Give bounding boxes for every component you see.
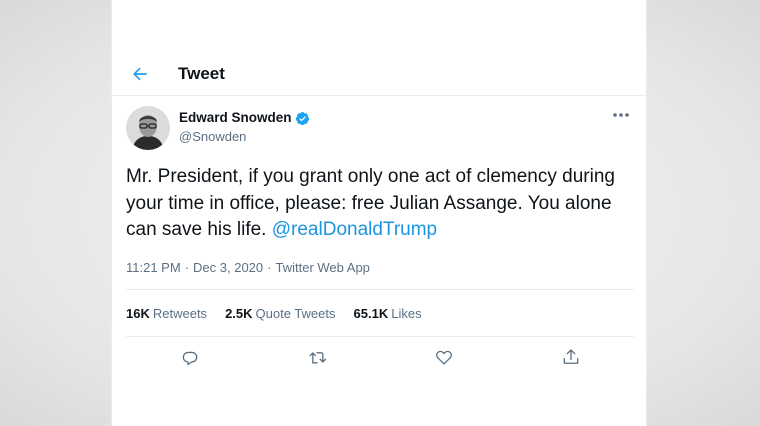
retweet-button[interactable] [306,346,328,368]
arrow-left-icon [133,67,147,81]
like-button[interactable] [433,346,455,368]
verified-badge-icon [295,111,309,125]
likes-count: 65.1K [353,305,389,321]
tweet-date[interactable]: Dec 3, 2020 [193,260,263,275]
tweet-column: Tweet Edward Snowden @Snowden Mr. Presid… [111,0,647,426]
avatar[interactable] [126,106,170,150]
mention-link[interactable]: @realDonaldTrump [272,219,437,240]
share-icon [563,349,578,364]
more-options-icon [613,113,629,117]
retweets-count: 16K [126,305,150,321]
quote-tweets-count: 2.5K [225,305,253,321]
quote-tweets-stat[interactable]: 2.5K Quote Tweets [225,306,335,321]
likes-stat[interactable]: 65.1K Likes [354,306,422,321]
name-row: Edward Snowden [179,110,310,126]
tweet-source[interactable]: Twitter Web App [275,260,369,275]
more-options-button[interactable] [610,107,632,123]
share-button[interactable] [560,346,582,368]
back-button[interactable] [128,62,152,86]
page-title: Tweet [178,64,225,83]
reply-icon [182,351,197,366]
reply-button[interactable] [179,346,201,368]
retweets-stat[interactable]: 16K Retweets [126,306,207,321]
tweet-meta: 11:21 PM · Dec 3, 2020 · Twitter Web App [126,260,370,276]
tweet-author: Edward Snowden @Snowden [126,106,634,152]
likes-label: Likes [391,305,422,321]
tweet-actions [126,337,634,377]
header-bar: Tweet [112,52,646,96]
retweets-label: Retweets [152,305,208,321]
user-handle[interactable]: @Snowden [179,129,246,145]
display-name[interactable]: Edward Snowden [179,110,292,126]
meta-separator: · [267,260,272,275]
meta-separator: · [184,260,190,275]
retweet-icon [309,352,326,364]
heart-icon [435,350,452,365]
tweet-time[interactable]: 11:21 PM [126,260,181,275]
tweet-text: Mr. President, if you grant only one act… [126,164,636,244]
tweet-stats: 16K Retweets 2.5K Quote Tweets 65.1K Likes [126,289,634,337]
avatar-image [126,106,170,150]
quote-tweets-label: Quote Tweets [255,305,336,321]
